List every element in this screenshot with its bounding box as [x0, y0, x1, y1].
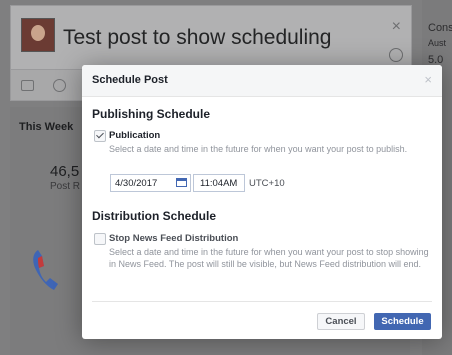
distribution-schedule-heading: Distribution Schedule [92, 209, 217, 223]
close-icon[interactable]: × [424, 72, 432, 87]
calendar-icon[interactable] [176, 178, 187, 187]
dialog-header: Schedule Post × [82, 65, 442, 97]
week-label: This Week [19, 121, 74, 133]
right-column-text: Aust [428, 38, 447, 48]
distribution-help-text: Select a date and time in the future for… [109, 247, 429, 269]
schedule-button[interactable]: Schedule [374, 313, 431, 330]
time-value: 11:04AM [200, 178, 238, 189]
publication-label: Publication [109, 130, 161, 141]
right-column-text: Cons [428, 22, 452, 34]
timezone-label: UTC+10 [249, 178, 285, 189]
date-value: 4/30/2017 [115, 178, 158, 189]
metric-value: 46,5 [50, 163, 80, 180]
metric-caption: Post R [50, 181, 81, 192]
cancel-button[interactable]: Cancel [317, 313, 365, 330]
stop-distribution-checkbox[interactable] [94, 233, 106, 245]
avatar [21, 18, 55, 52]
publication-checkbox[interactable] [94, 130, 106, 142]
close-icon: × [391, 18, 401, 35]
schedule-post-dialog: Schedule Post × Publishing Schedule Publ… [82, 65, 442, 339]
photo-icon [21, 80, 34, 91]
time-input[interactable]: 11:04AM [193, 174, 245, 192]
date-input[interactable]: 4/30/2017 [110, 174, 191, 192]
publishing-schedule-heading: Publishing Schedule [92, 107, 211, 121]
emoji-icon [53, 79, 66, 92]
composer-post-text: Test post to show scheduling [63, 26, 332, 49]
publication-help-text: Select a date and time in the future for… [109, 144, 408, 154]
dialog-title: Schedule Post [92, 74, 168, 86]
emoji-icon [389, 48, 403, 62]
stop-distribution-label: Stop News Feed Distribution [109, 233, 239, 244]
phone-icon [33, 250, 58, 290]
divider [92, 301, 432, 302]
